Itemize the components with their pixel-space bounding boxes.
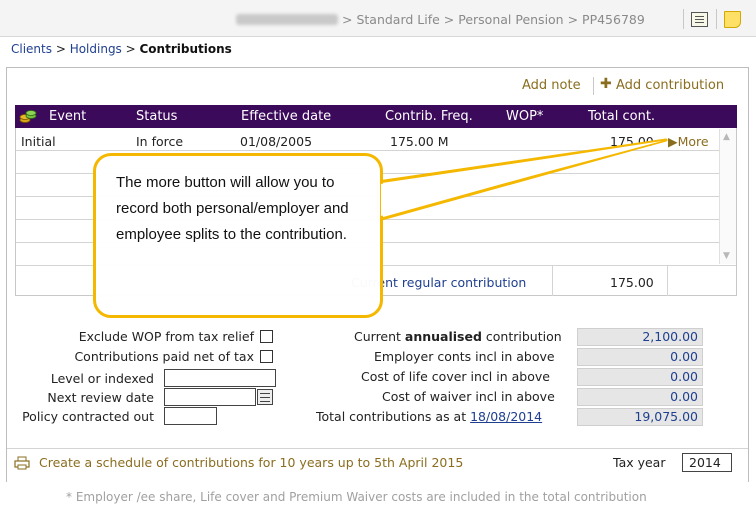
- breadcrumb: Clients > Holdings > Contributions: [11, 42, 232, 56]
- breadcrumb-clients-link[interactable]: Clients: [11, 42, 52, 56]
- column-header-wop: WOP*: [506, 109, 544, 124]
- waiver-value: 0.00: [577, 388, 703, 406]
- annualised-label-post: contribution: [481, 329, 562, 344]
- contracted-out-label: Policy contracted out: [22, 409, 154, 424]
- plus-icon[interactable]: ✚: [600, 76, 612, 92]
- policy-breadcrumb: > Standard Life > Personal Pension > PP4…: [342, 12, 645, 27]
- notes-list-icon[interactable]: [691, 12, 708, 27]
- total-contributions-text: Total contributions as at: [316, 409, 471, 424]
- tax-year-input[interactable]: 2014: [682, 453, 732, 472]
- cell-contrib-freq: 175.00 M: [390, 134, 449, 149]
- level-indexed-label: Level or indexed: [50, 371, 154, 386]
- breadcrumb-separator: >: [121, 42, 140, 56]
- total-contributions-label: Total contributions as at 18/08/2014: [316, 409, 542, 424]
- more-button[interactable]: ▶More: [668, 134, 709, 149]
- cell-status: In force: [136, 134, 184, 149]
- table-scrollbar[interactable]: ▲ ▼: [719, 129, 736, 264]
- toolbar-divider: [716, 9, 717, 29]
- life-cover-value: 0.00: [577, 368, 703, 386]
- row-divider: [16, 150, 721, 151]
- next-review-label: Next review date: [47, 390, 154, 405]
- toolbar-divider: [683, 9, 684, 29]
- waiver-label: Cost of waiver incl in above: [382, 389, 555, 404]
- column-header-effective-date: Effective date: [241, 109, 332, 124]
- tax-year-label: Tax year: [613, 455, 666, 470]
- employer-conts-value: 0.00: [577, 348, 703, 366]
- action-divider: [593, 77, 594, 95]
- footnote: * Employer /ee share, Life cover and Pre…: [66, 490, 647, 504]
- paid-net-checkbox[interactable]: [260, 350, 273, 363]
- annualised-label: Current annualised contribution: [354, 329, 562, 344]
- annualised-label-bold: annualised: [404, 329, 482, 344]
- add-contribution-link[interactable]: Add contribution: [616, 78, 724, 93]
- annualised-value: 2,100.00: [577, 328, 703, 346]
- more-button-label: More: [677, 134, 709, 149]
- calendar-icon[interactable]: [257, 389, 273, 405]
- coins-icon: [19, 110, 37, 123]
- print-icon[interactable]: [14, 456, 30, 470]
- column-header-total-cont: Total cont.: [588, 109, 656, 124]
- annualised-label-pre: Current: [354, 329, 405, 344]
- scroll-down-icon[interactable]: ▼: [723, 251, 730, 261]
- table-header: Event Status Effective date Contrib. Fre…: [15, 105, 737, 128]
- life-cover-label: Cost of life cover incl in above: [361, 369, 550, 384]
- create-schedule-link[interactable]: Create a schedule of contributions for 1…: [39, 455, 463, 470]
- cell-total-cont: 175.00: [610, 134, 654, 149]
- contracted-out-input[interactable]: [164, 407, 217, 425]
- level-indexed-input[interactable]: [164, 369, 276, 387]
- total-contributions-value: 19,075.00: [577, 408, 703, 426]
- scroll-up-icon[interactable]: ▲: [723, 132, 730, 142]
- exclude-wop-checkbox[interactable]: [260, 330, 273, 343]
- add-note-link[interactable]: Add note: [522, 78, 581, 93]
- current-regular-value: 175.00: [610, 275, 654, 290]
- cell-event: Initial: [21, 134, 56, 149]
- more-arrow-icon: ▶: [668, 134, 678, 149]
- paid-net-label: Contributions paid net of tax: [74, 349, 254, 364]
- page-title: Contributions: [139, 42, 232, 56]
- column-header-status: Status: [136, 109, 178, 124]
- column-header-event: Event: [49, 109, 87, 124]
- total-as-at-date-link[interactable]: 18/08/2014: [470, 409, 542, 424]
- column-header-contrib-freq: Contrib. Freq.: [385, 109, 473, 124]
- breadcrumb-separator: >: [52, 42, 70, 56]
- breadcrumb-holdings-link[interactable]: Holdings: [70, 42, 122, 56]
- callout-text: The more button will allow you to record…: [116, 174, 349, 243]
- employer-conts-label: Employer conts incl in above: [374, 349, 555, 364]
- client-name-redacted: [236, 14, 338, 25]
- cell-effective-date: 01/08/2005: [240, 134, 313, 149]
- next-review-date-input[interactable]: [164, 388, 256, 406]
- sticky-note-icon[interactable]: [724, 11, 741, 28]
- exclude-wop-label: Exclude WOP from tax relief: [78, 329, 254, 344]
